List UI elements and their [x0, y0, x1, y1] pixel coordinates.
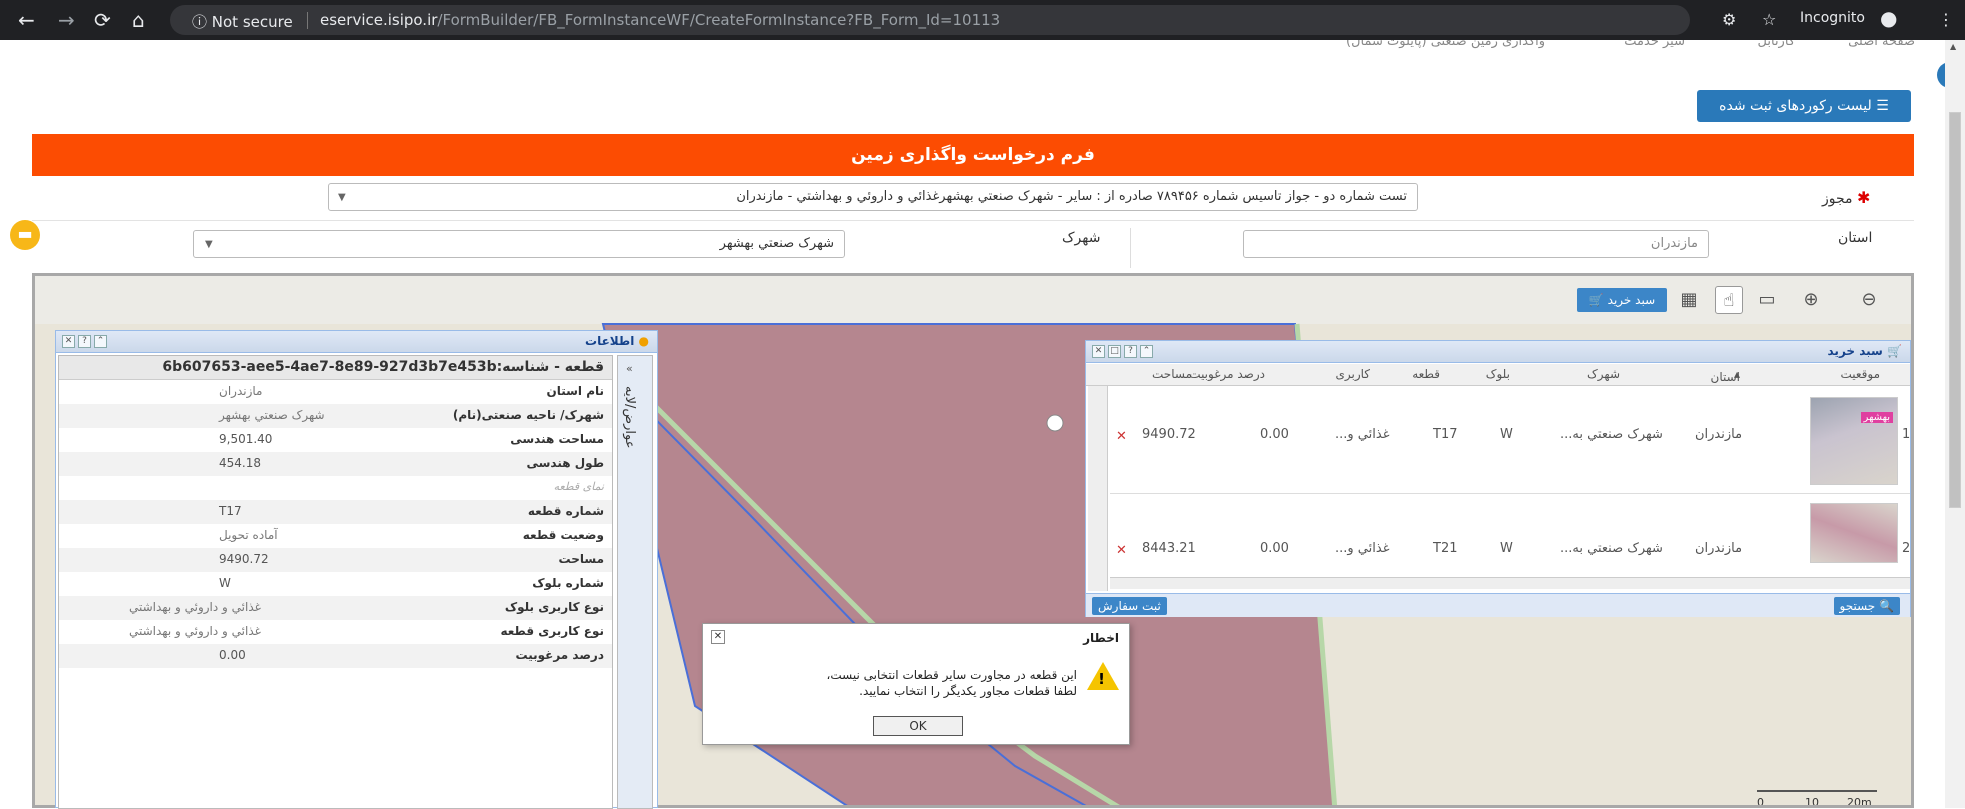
search-button[interactable]: 🔍 جستجو [1833, 597, 1900, 615]
close-icon[interactable]: ✕ [1092, 345, 1105, 358]
top-menu: صفحه اصلی کارتابل سیر خدمت واگذاری زمین … [0, 40, 1965, 56]
cart-footer: 🔍 جستجو ثبت سفارش [1086, 593, 1910, 617]
maximize-icon[interactable]: □ [1108, 345, 1121, 358]
info-row: مساحت هندسی 9,501.40 [219, 432, 604, 446]
chevron-down-icon: ▼ [338, 192, 346, 203]
ruler-icon[interactable]: ▭ [1753, 286, 1781, 314]
extension-icon[interactable]: ⚙ [1722, 10, 1736, 29]
forward-icon[interactable]: → [58, 8, 75, 32]
table-row[interactable]: ✕ 9490.72 0.00 غذائي و... T17 W شهرک صنع… [1110, 391, 1910, 491]
menu-icon[interactable]: ⋮ [1938, 10, 1954, 29]
expand-icon[interactable]: « [626, 362, 633, 375]
grid-scrollbar[interactable] [1088, 386, 1108, 591]
info-marker-icon[interactable] [1046, 414, 1064, 432]
menu-item-cartable[interactable]: کارتابل [1758, 40, 1795, 49]
column-header[interactable]: استان ▴ [1711, 367, 1740, 384]
info-row: نوع کاربری بلوک غذائي و داروئي و بهداشتي [59, 596, 612, 620]
info-row: درصد مرغوبیت 0.00 [59, 644, 612, 668]
menu-item-land-allocation[interactable]: واگذاری زمین صنعتی (پایلوت شمال) [1346, 40, 1545, 49]
town-label: شهرک [1062, 230, 1101, 246]
cart-panel-header: 🛒 سبد خرید [1086, 341, 1910, 363]
license-select[interactable]: تست شماره دو - جواز تاسیس شماره ۷۸۹۴۵۶ ص… [328, 183, 1418, 211]
table-row[interactable]: ✕ 8443.21 0.00 غذائي و... T21 W شهرک صنع… [1110, 497, 1910, 587]
url-text[interactable]: eservice.isipo.ir/FormBuilder/FB_FormIns… [320, 11, 1000, 29]
layers-tab[interactable]: « عوارض/لایه [617, 355, 653, 809]
home-icon[interactable]: ⌂ [132, 8, 145, 32]
column-header[interactable]: مساحت [1152, 367, 1192, 381]
incognito-label: Incognito [1800, 10, 1865, 26]
dialog-message: لطفا قطعات مجاور یکدیگر را انتخاب نمایید… [859, 684, 1077, 698]
plot-id-header: قطعه - شناسه:6b607653-aee5-4ae7-8e89-927… [59, 356, 612, 380]
scale-label: 20m [1847, 796, 1872, 808]
list-icon: ☰ [1876, 98, 1889, 114]
info-row: شماره بلوک W [219, 576, 604, 590]
info-row: شهرک/ ناحیه صنعتی(نام) شهرک صنعتي بهشهر [59, 404, 612, 428]
info-panel: ● اطلاعات ✕ ? ⌃ قطعه - شناسه:6b607653-ae… [55, 330, 658, 809]
star-icon[interactable]: ☆ [1762, 10, 1776, 29]
cart-icon: 🛒 [1588, 293, 1604, 307]
info-table: قطعه - شناسه:6b607653-aee5-4ae7-8e89-927… [58, 355, 613, 809]
close-icon[interactable]: ✕ [62, 335, 75, 348]
incognito-icon[interactable]: ● [1880, 6, 1897, 30]
column-header[interactable]: درصد مرغوبیت [1189, 367, 1265, 381]
plot-thumbnail [1810, 503, 1898, 563]
ok-button[interactable]: OK [873, 716, 963, 736]
province-label: استان [1838, 230, 1873, 246]
menu-item-home[interactable]: صفحه اصلی [1848, 40, 1915, 49]
info-row: مساحت 9490.72 [59, 548, 612, 572]
province-field[interactable]: مازندران [1243, 230, 1709, 258]
browser-toolbar: ← → ⟳ ⌂ ⓘ Not secure eservice.isipo.ir/F… [0, 0, 1965, 40]
form-title: فرم درخواست واگذاری زمین [32, 134, 1914, 176]
search-icon: 🔍 [1879, 599, 1894, 613]
dialog-message: این قطعه در مجاورت سایر قطعات انتخابی نی… [826, 668, 1077, 682]
column-header[interactable]: موقعیت [1840, 367, 1880, 381]
scale-label: 0 [1757, 796, 1764, 808]
column-header[interactable]: کاربری [1335, 367, 1370, 381]
security-indicator[interactable]: ⓘ Not secure [192, 11, 293, 32]
info-panel-header: ● اطلاعات [56, 331, 657, 353]
cart-panel: 🛒 سبد خرید ✕ □ ? ⌃ موقعیت استان ▴ شهرک ب… [1085, 340, 1911, 617]
dialog-title: اخطار [1083, 631, 1119, 645]
info-row: وضعیت قطعه آماده تحویل [219, 528, 604, 542]
submit-order-button[interactable]: ثبت سفارش [1092, 597, 1167, 615]
info-row: نمای قطعه [553, 480, 604, 493]
grid-icon[interactable]: ▦ [1675, 286, 1703, 314]
cart-icon: 🛒 [1887, 344, 1902, 358]
help-icon[interactable]: ? [78, 335, 91, 348]
hand-icon[interactable]: ☝ [1715, 286, 1743, 314]
horizontal-scrollbar[interactable] [1110, 577, 1910, 589]
registered-records-button[interactable]: ☰ لیست رکوردهای ثبت شده [1697, 90, 1911, 122]
info-row: طول هندسی 454.18 [59, 452, 612, 476]
zoom-in-icon[interactable]: ⊕ [1797, 286, 1825, 314]
warning-dialog: اخطار ✕ ! این قطعه در مجاورت سایر قطعات … [702, 623, 1130, 745]
collapse-icon[interactable]: ⌃ [1140, 345, 1153, 358]
chat-icon[interactable]: ▬ [10, 220, 40, 250]
cart-grid-header: موقعیت استان ▴ شهرک بلوک قطعه کاربری درص… [1086, 364, 1910, 386]
info-row: نوع کاربری قطعه غذائي و داروئي و بهداشتي [129, 624, 604, 638]
scale-label: 10 [1805, 796, 1819, 808]
chevron-down-icon: ▼ [205, 239, 213, 250]
info-row: شماره قطعه T17 [59, 500, 612, 524]
license-label: ✱ مجوز [1822, 188, 1871, 207]
address-bar[interactable]: ⓘ Not secure eservice.isipo.ir/FormBuild… [170, 5, 1690, 35]
remove-icon[interactable]: ✕ [1116, 543, 1127, 558]
column-header[interactable]: شهرک [1587, 367, 1620, 381]
shopping-cart-button[interactable]: سبد خرید 🛒 [1577, 288, 1667, 312]
info-icon: ● [638, 334, 649, 348]
remove-icon[interactable]: ✕ [1116, 429, 1127, 444]
collapse-icon[interactable]: ⌃ [94, 335, 107, 348]
town-select[interactable]: شهرک صنعتي بهشهر [193, 230, 845, 258]
help-icon[interactable]: ? [1124, 345, 1137, 358]
column-header[interactable]: قطعه [1412, 367, 1440, 381]
plot-thumbnail: بهشهر [1810, 397, 1898, 485]
info-row: نام استان مازندران [219, 384, 604, 398]
column-header[interactable]: بلوک [1486, 367, 1510, 381]
close-icon[interactable]: ✕ [711, 630, 725, 644]
page-scrollbar[interactable]: ▲ [1945, 40, 1965, 808]
back-icon[interactable]: ← [18, 8, 35, 32]
reload-icon[interactable]: ⟳ [94, 8, 111, 32]
zoom-out-icon[interactable]: ⊖ [1855, 286, 1883, 314]
menu-item-service[interactable]: سیر خدمت [1624, 40, 1685, 49]
